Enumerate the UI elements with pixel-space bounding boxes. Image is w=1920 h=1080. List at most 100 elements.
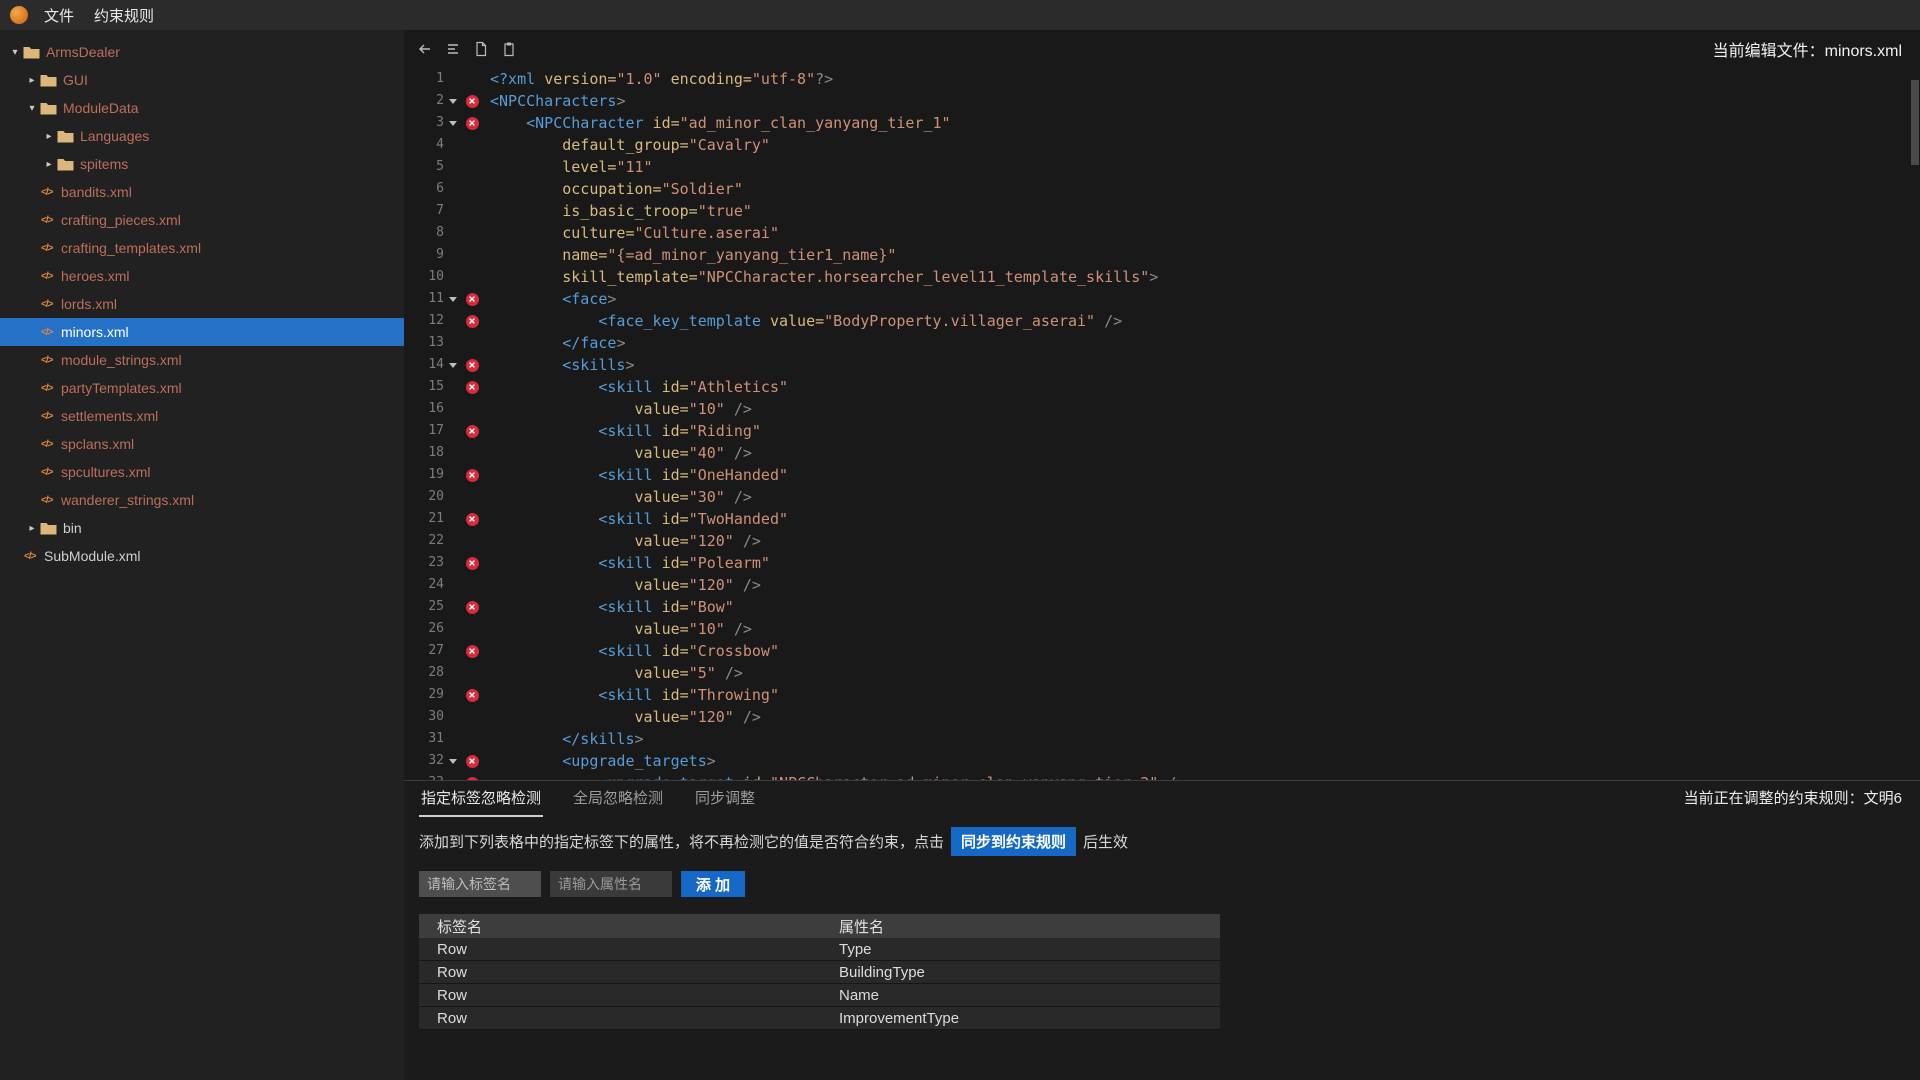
- tree-item-label: module_strings.xml: [61, 352, 182, 368]
- code-line-14[interactable]: 14 <skills>: [404, 354, 1908, 376]
- collapse-arrow-icon[interactable]: [444, 759, 462, 764]
- tree-item-GUI[interactable]: ▸GUI: [0, 66, 404, 94]
- menu-item-1[interactable]: 文件: [34, 1, 84, 30]
- new-file-icon[interactable]: [472, 40, 490, 58]
- tree-item-spcultures.xml[interactable]: </>spcultures.xml: [0, 458, 404, 486]
- tree-item-bandits.xml[interactable]: </>bandits.xml: [0, 178, 404, 206]
- code-line-23[interactable]: 23 <skill id="Polearm": [404, 552, 1908, 574]
- tree-item-SubModule.xml[interactable]: </>SubModule.xml: [0, 542, 404, 570]
- line-number: 3: [404, 112, 444, 134]
- tree-item-settlements.xml[interactable]: </>settlements.xml: [0, 402, 404, 430]
- panel-tab-3[interactable]: 同步调整: [693, 779, 757, 817]
- tree-item-ModuleData[interactable]: ▾ModuleData: [0, 94, 404, 122]
- format-icon[interactable]: [444, 40, 462, 58]
- code-line-4[interactable]: 4 default_group="Cavalry": [404, 134, 1908, 156]
- code-line-12[interactable]: 12 <face_key_template value="BodyPropert…: [404, 310, 1908, 332]
- sync-to-rules-button[interactable]: 同步到约束规则: [951, 827, 1076, 856]
- code-line-5[interactable]: 5 level="11": [404, 156, 1908, 178]
- code-line-16[interactable]: 16 value="10" />: [404, 398, 1908, 420]
- chevron-right-icon[interactable]: ▸: [41, 159, 57, 170]
- chevron-down-icon[interactable]: ▾: [24, 103, 40, 114]
- tree-item-heroes.xml[interactable]: </>heroes.xml: [0, 262, 404, 290]
- table-row[interactable]: RowName: [419, 984, 1220, 1007]
- code-text: <skill id="Riding": [490, 420, 761, 442]
- add-button[interactable]: 添 加: [681, 871, 745, 897]
- tree-item-spitems[interactable]: ▸spitems: [0, 150, 404, 178]
- tree-item-minors.xml[interactable]: </>minors.xml: [0, 318, 404, 346]
- tree-item-Languages[interactable]: ▸ Languages: [0, 122, 404, 150]
- code-line-2[interactable]: 2<NPCCharacters>: [404, 90, 1908, 112]
- tree-item-crafting_templates.xml[interactable]: </>crafting_templates.xml: [0, 234, 404, 262]
- tree-item-bin[interactable]: ▸bin: [0, 514, 404, 542]
- tree-item-spclans.xml[interactable]: </>spclans.xml: [0, 430, 404, 458]
- editor-scrollbar-thumb[interactable]: [1911, 80, 1919, 165]
- table-body: RowTypeRowBuildingTypeRowNameRowImprovem…: [419, 938, 1220, 1030]
- line-number: 6: [404, 178, 444, 200]
- code-line-25[interactable]: 25 <skill id="Bow": [404, 596, 1908, 618]
- undo-icon[interactable]: [416, 40, 434, 58]
- code-text: <face_key_template value="BodyProperty.v…: [490, 310, 1122, 332]
- chevron-right-icon[interactable]: ▸: [24, 75, 40, 86]
- tree-item-crafting_pieces.xml[interactable]: </>crafting_pieces.xml: [0, 206, 404, 234]
- code-line-29[interactable]: 29 <skill id="Throwing": [404, 684, 1908, 706]
- code-line-7[interactable]: 7 is_basic_troop="true": [404, 200, 1908, 222]
- panel-tab-1[interactable]: 指定标签忽略检测: [419, 779, 543, 817]
- line-number: 21: [404, 508, 444, 530]
- code-editor[interactable]: 1<?xml version="1.0" encoding="utf-8"?>2…: [404, 68, 1920, 780]
- code-line-6[interactable]: 6 occupation="Soldier": [404, 178, 1908, 200]
- tree-item-ArmsDealer[interactable]: ▾ArmsDealer: [0, 38, 404, 66]
- attribute-name-cell: Name: [837, 987, 1220, 1004]
- collapse-arrow-icon[interactable]: [444, 297, 462, 302]
- code-line-30[interactable]: 30 value="120" />: [404, 706, 1908, 728]
- code-line-13[interactable]: 13 </face>: [404, 332, 1908, 354]
- code-line-11[interactable]: 11 <face>: [404, 288, 1908, 310]
- menu-item-2[interactable]: 约束规则: [84, 1, 164, 30]
- clipboard-icon[interactable]: [500, 40, 518, 58]
- tag-name-input[interactable]: [419, 871, 541, 897]
- xml-file-icon: </>: [24, 551, 44, 562]
- code-line-10[interactable]: 10 skill_template="NPCCharacter.horsearc…: [404, 266, 1908, 288]
- tree-item-wanderer_strings.xml[interactable]: </>wanderer_strings.xml: [0, 486, 404, 514]
- code-line-24[interactable]: 24 value="120" />: [404, 574, 1908, 596]
- code-line-26[interactable]: 26 value="10" />: [404, 618, 1908, 640]
- collapse-arrow-icon[interactable]: [444, 99, 462, 104]
- code-line-31[interactable]: 31 </skills>: [404, 728, 1908, 750]
- code-line-33[interactable]: 33 <upgrade_target id="NPCCharacter.ad_m…: [404, 772, 1908, 780]
- chevron-right-icon[interactable]: ▸: [41, 131, 57, 142]
- code-line-17[interactable]: 17 <skill id="Riding": [404, 420, 1908, 442]
- attribute-name-input[interactable]: [550, 871, 672, 897]
- tree-item-module_strings.xml[interactable]: </>module_strings.xml: [0, 346, 404, 374]
- tree-item-label: partyTemplates.xml: [61, 380, 182, 396]
- code-line-28[interactable]: 28 value="5" />: [404, 662, 1908, 684]
- code-text: <face>: [490, 288, 616, 310]
- tree-item-label: Languages: [80, 128, 149, 144]
- table-row[interactable]: RowBuildingType: [419, 961, 1220, 984]
- code-line-8[interactable]: 8 culture="Culture.aserai": [404, 222, 1908, 244]
- tree-item-partyTemplates.xml[interactable]: </>partyTemplates.xml: [0, 374, 404, 402]
- tree-item-label: settlements.xml: [61, 408, 158, 424]
- tree-item-lords.xml[interactable]: </>lords.xml: [0, 290, 404, 318]
- xml-file-icon: </>: [41, 355, 61, 366]
- code-line-19[interactable]: 19 <skill id="OneHanded": [404, 464, 1908, 486]
- collapse-arrow-icon[interactable]: [444, 121, 462, 126]
- code-line-18[interactable]: 18 value="40" />: [404, 442, 1908, 464]
- collapse-arrow-icon[interactable]: [444, 363, 462, 368]
- table-row[interactable]: RowImprovementType: [419, 1007, 1220, 1030]
- code-line-27[interactable]: 27 <skill id="Crossbow": [404, 640, 1908, 662]
- panel-tab-2[interactable]: 全局忽略检测: [571, 779, 665, 817]
- chevron-down-icon[interactable]: ▾: [7, 47, 23, 58]
- chevron-right-icon[interactable]: ▸: [24, 523, 40, 534]
- code-line-22[interactable]: 22 value="120" />: [404, 530, 1908, 552]
- code-line-21[interactable]: 21 <skill id="TwoHanded": [404, 508, 1908, 530]
- line-number: 33: [404, 772, 444, 780]
- line-number: 32: [404, 750, 444, 772]
- tag-column-header: 标签名: [419, 916, 837, 937]
- code-line-32[interactable]: 32 <upgrade_targets>: [404, 750, 1908, 772]
- code-line-1[interactable]: 1<?xml version="1.0" encoding="utf-8"?>: [404, 68, 1908, 90]
- code-line-3[interactable]: 3 <NPCCharacter id="ad_minor_clan_yanyan…: [404, 112, 1908, 134]
- code-line-9[interactable]: 9 name="{=ad_minor_yanyang_tier1_name}": [404, 244, 1908, 266]
- code-line-20[interactable]: 20 value="30" />: [404, 486, 1908, 508]
- table-row[interactable]: RowType: [419, 938, 1220, 961]
- code-line-15[interactable]: 15 <skill id="Athletics": [404, 376, 1908, 398]
- file-tree-sidebar: ▾ArmsDealer▸GUI▾ModuleData ▸ Languages ▸spi…: [0, 30, 404, 1080]
